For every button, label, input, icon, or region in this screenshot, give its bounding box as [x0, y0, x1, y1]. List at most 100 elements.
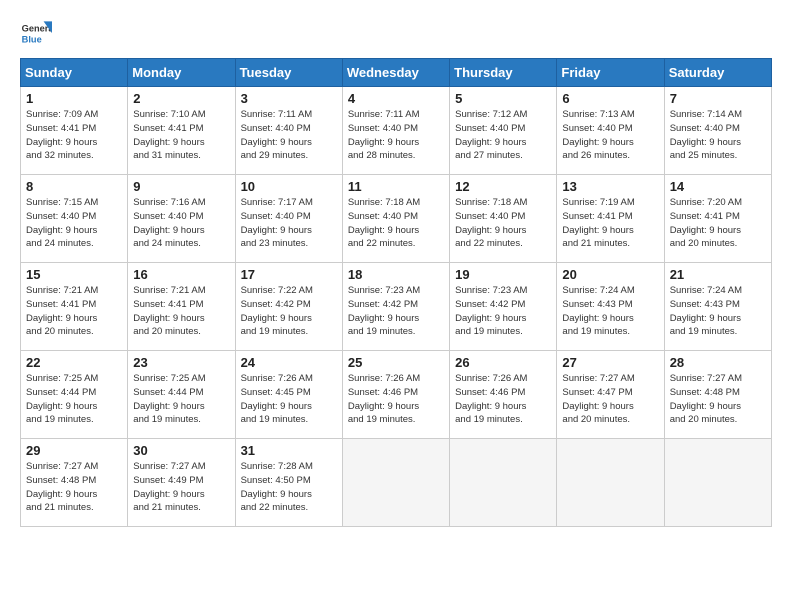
- header-row: SundayMondayTuesdayWednesdayThursdayFrid…: [21, 59, 772, 87]
- calendar-cell: 13 Sunrise: 7:19 AM Sunset: 4:41 PM Dayli…: [557, 175, 664, 263]
- calendar-cell: 3Sunrise: 7:11 AM Sunset: 4:40 PM Daylig…: [235, 87, 342, 175]
- calendar-cell: 1Sunrise: 7:09 AM Sunset: 4:41 PM Daylig…: [21, 87, 128, 175]
- calendar-cell: [557, 439, 664, 527]
- day-number: 9: [133, 179, 229, 194]
- calendar-cell: 7 Sunrise: 7:14 AM Sunset: 4:40 PM Daylig…: [664, 87, 771, 175]
- day-number: 13: [562, 179, 658, 194]
- day-number: 5: [455, 91, 551, 106]
- calendar-cell: 10Sunrise: 7:17 AM Sunset: 4:40 PM Dayli…: [235, 175, 342, 263]
- day-number: 6: [562, 91, 658, 106]
- calendar-cell: 23 Sunrise: 7:25 AM Sunset: 4:44 PM Dayli…: [128, 351, 235, 439]
- day-number: 12: [455, 179, 551, 194]
- day-number: 18: [348, 267, 444, 282]
- day-info: Sunrise: 7:26 AM Sunset: 4:46 PM Dayligh…: [455, 372, 551, 427]
- calendar-cell: 2 Sunrise: 7:10 AM Sunset: 4:41 PM Daylig…: [128, 87, 235, 175]
- day-number: 7: [670, 91, 766, 106]
- day-number: 25: [348, 355, 444, 370]
- day-info: Sunrise: 7:25 AM Sunset: 4:44 PM Dayligh…: [26, 372, 122, 427]
- day-info: Sunrise: 7:21 AM Sunset: 4:41 PM Dayligh…: [26, 284, 122, 339]
- calendar-cell: 6 Sunrise: 7:13 AM Sunset: 4:40 PM Daylig…: [557, 87, 664, 175]
- day-info: Sunrise: 7:23 AM Sunset: 4:42 PM Dayligh…: [348, 284, 444, 339]
- day-info: Sunrise: 7:18 AM Sunset: 4:40 PM Dayligh…: [348, 196, 444, 251]
- day-number: 2: [133, 91, 229, 106]
- calendar-cell: 12 Sunrise: 7:18 AM Sunset: 4:40 PM Dayli…: [450, 175, 557, 263]
- calendar-cell: 21 Sunrise: 7:24 AM Sunset: 4:43 PM Dayli…: [664, 263, 771, 351]
- day-number: 20: [562, 267, 658, 282]
- logo: General Blue: [20, 18, 52, 50]
- day-info: Sunrise: 7:23 AM Sunset: 4:42 PM Dayligh…: [455, 284, 551, 339]
- calendar-cell: [664, 439, 771, 527]
- calendar-cell: 28 Sunrise: 7:27 AM Sunset: 4:48 PM Dayli…: [664, 351, 771, 439]
- calendar-cell: 9 Sunrise: 7:16 AM Sunset: 4:40 PM Daylig…: [128, 175, 235, 263]
- calendar-cell: 19 Sunrise: 7:23 AM Sunset: 4:42 PM Dayli…: [450, 263, 557, 351]
- week-row-2: 8 Sunrise: 7:15 AM Sunset: 4:40 PM Daylig…: [21, 175, 772, 263]
- calendar-cell: 17 Sunrise: 7:22 AM Sunset: 4:42 PM Dayli…: [235, 263, 342, 351]
- calendar-cell: 25 Sunrise: 7:26 AM Sunset: 4:46 PM Dayli…: [342, 351, 449, 439]
- col-header-wednesday: Wednesday: [342, 59, 449, 87]
- day-number: 15: [26, 267, 122, 282]
- week-row-4: 22 Sunrise: 7:25 AM Sunset: 4:44 PM Dayli…: [21, 351, 772, 439]
- col-header-friday: Friday: [557, 59, 664, 87]
- day-number: 29: [26, 443, 122, 458]
- day-number: 4: [348, 91, 444, 106]
- day-number: 16: [133, 267, 229, 282]
- day-info: Sunrise: 7:27 AM Sunset: 4:47 PM Dayligh…: [562, 372, 658, 427]
- day-number: 14: [670, 179, 766, 194]
- day-info: Sunrise: 7:26 AM Sunset: 4:45 PM Dayligh…: [241, 372, 337, 427]
- day-info: Sunrise: 7:19 AM Sunset: 4:41 PM Dayligh…: [562, 196, 658, 251]
- day-info: Sunrise: 7:27 AM Sunset: 4:49 PM Dayligh…: [133, 460, 229, 515]
- day-number: 24: [241, 355, 337, 370]
- col-header-monday: Monday: [128, 59, 235, 87]
- day-info: Sunrise: 7:11 AM Sunset: 4:40 PM Dayligh…: [348, 108, 444, 163]
- header: General Blue: [20, 18, 772, 50]
- day-info: Sunrise: 7:22 AM Sunset: 4:42 PM Dayligh…: [241, 284, 337, 339]
- col-header-sunday: Sunday: [21, 59, 128, 87]
- day-number: 19: [455, 267, 551, 282]
- week-row-5: 29 Sunrise: 7:27 AM Sunset: 4:48 PM Dayli…: [21, 439, 772, 527]
- day-info: Sunrise: 7:13 AM Sunset: 4:40 PM Dayligh…: [562, 108, 658, 163]
- day-info: Sunrise: 7:12 AM Sunset: 4:40 PM Dayligh…: [455, 108, 551, 163]
- day-info: Sunrise: 7:20 AM Sunset: 4:41 PM Dayligh…: [670, 196, 766, 251]
- day-number: 21: [670, 267, 766, 282]
- day-number: 3: [241, 91, 337, 106]
- calendar-table: SundayMondayTuesdayWednesdayThursdayFrid…: [20, 58, 772, 527]
- day-number: 17: [241, 267, 337, 282]
- page: General Blue SundayMondayTuesdayWednesda…: [0, 0, 792, 539]
- day-info: Sunrise: 7:10 AM Sunset: 4:41 PM Dayligh…: [133, 108, 229, 163]
- calendar-cell: 29 Sunrise: 7:27 AM Sunset: 4:48 PM Dayli…: [21, 439, 128, 527]
- calendar-cell: 18 Sunrise: 7:23 AM Sunset: 4:42 PM Dayli…: [342, 263, 449, 351]
- calendar-cell: 24 Sunrise: 7:26 AM Sunset: 4:45 PM Dayli…: [235, 351, 342, 439]
- calendar-cell: 8 Sunrise: 7:15 AM Sunset: 4:40 PM Daylig…: [21, 175, 128, 263]
- calendar-cell: 16 Sunrise: 7:21 AM Sunset: 4:41 PM Dayli…: [128, 263, 235, 351]
- day-number: 27: [562, 355, 658, 370]
- day-number: 10: [241, 179, 337, 194]
- calendar-cell: [342, 439, 449, 527]
- day-number: 28: [670, 355, 766, 370]
- day-number: 22: [26, 355, 122, 370]
- day-number: 8: [26, 179, 122, 194]
- col-header-tuesday: Tuesday: [235, 59, 342, 87]
- day-info: Sunrise: 7:25 AM Sunset: 4:44 PM Dayligh…: [133, 372, 229, 427]
- week-row-1: 1Sunrise: 7:09 AM Sunset: 4:41 PM Daylig…: [21, 87, 772, 175]
- logo-icon: General Blue: [20, 18, 52, 50]
- day-info: Sunrise: 7:24 AM Sunset: 4:43 PM Dayligh…: [670, 284, 766, 339]
- day-number: 26: [455, 355, 551, 370]
- day-number: 30: [133, 443, 229, 458]
- calendar-cell: 30 Sunrise: 7:27 AM Sunset: 4:49 PM Dayli…: [128, 439, 235, 527]
- calendar-cell: 14 Sunrise: 7:20 AM Sunset: 4:41 PM Dayli…: [664, 175, 771, 263]
- day-info: Sunrise: 7:26 AM Sunset: 4:46 PM Dayligh…: [348, 372, 444, 427]
- day-info: Sunrise: 7:14 AM Sunset: 4:40 PM Dayligh…: [670, 108, 766, 163]
- day-info: Sunrise: 7:27 AM Sunset: 4:48 PM Dayligh…: [26, 460, 122, 515]
- day-number: 1: [26, 91, 122, 106]
- calendar-cell: 31Sunrise: 7:28 AM Sunset: 4:50 PM Dayli…: [235, 439, 342, 527]
- col-header-thursday: Thursday: [450, 59, 557, 87]
- day-info: Sunrise: 7:27 AM Sunset: 4:48 PM Dayligh…: [670, 372, 766, 427]
- day-number: 23: [133, 355, 229, 370]
- day-info: Sunrise: 7:16 AM Sunset: 4:40 PM Dayligh…: [133, 196, 229, 251]
- day-info: Sunrise: 7:15 AM Sunset: 4:40 PM Dayligh…: [26, 196, 122, 251]
- calendar-cell: 22 Sunrise: 7:25 AM Sunset: 4:44 PM Dayli…: [21, 351, 128, 439]
- day-info: Sunrise: 7:24 AM Sunset: 4:43 PM Dayligh…: [562, 284, 658, 339]
- calendar-cell: [450, 439, 557, 527]
- day-info: Sunrise: 7:21 AM Sunset: 4:41 PM Dayligh…: [133, 284, 229, 339]
- day-info: Sunrise: 7:18 AM Sunset: 4:40 PM Dayligh…: [455, 196, 551, 251]
